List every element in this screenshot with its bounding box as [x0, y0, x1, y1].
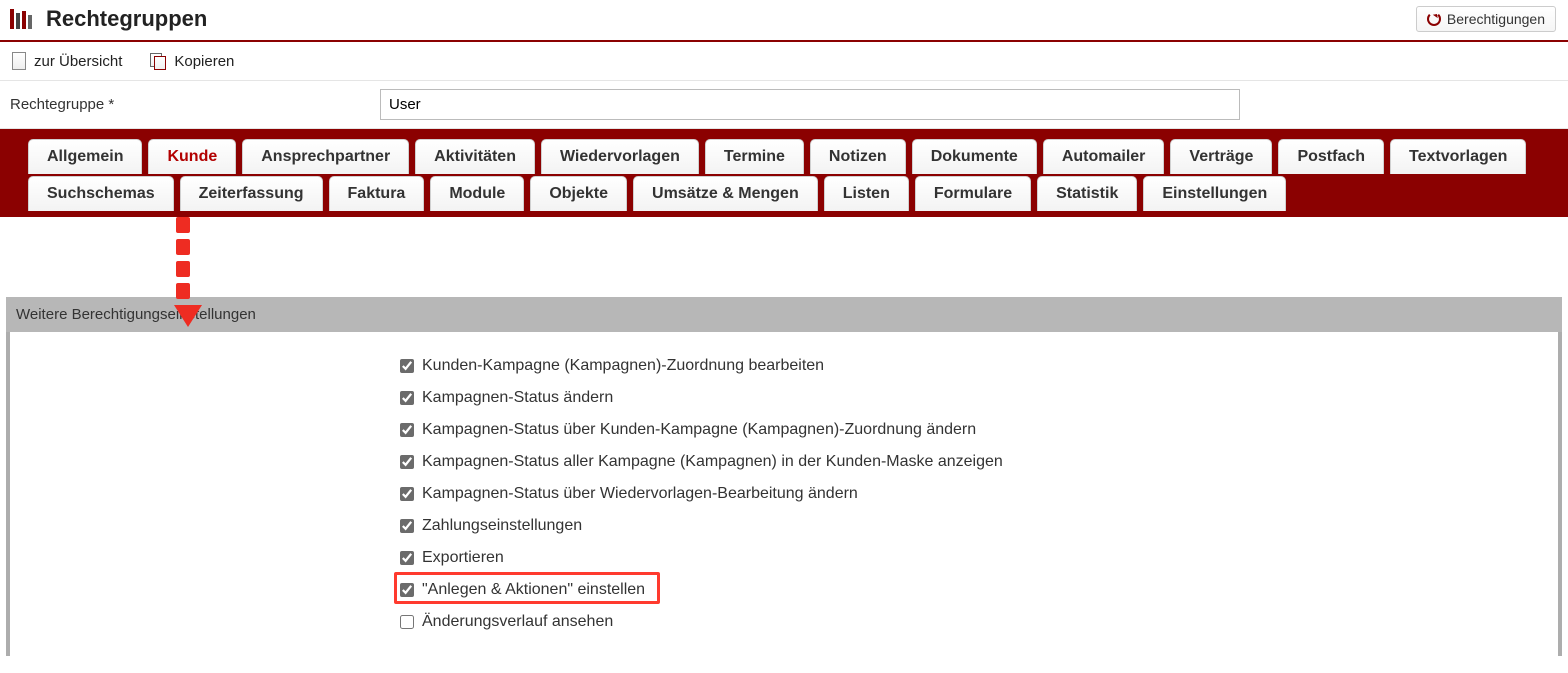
group-name-input[interactable] [380, 89, 1240, 120]
group-label: Rechtegruppe * [10, 96, 380, 113]
permission-item: Zahlungseinstellungen [400, 510, 1548, 542]
tab-termine[interactable]: Termine [705, 139, 804, 174]
tab-wiedervorlagen[interactable]: Wiedervorlagen [541, 139, 699, 174]
to-overview-link[interactable]: zur Übersicht [12, 52, 122, 70]
permission-label: Exportieren [422, 549, 504, 567]
permission-label: Kampagnen-Status ändern [422, 389, 613, 407]
to-overview-label: zur Übersicht [34, 53, 122, 70]
tab-einstellungen[interactable]: Einstellungen [1143, 176, 1286, 211]
tab-textvorlagen[interactable]: Textvorlagen [1390, 139, 1526, 174]
permission-checkbox[interactable] [400, 551, 414, 565]
tab-listen[interactable]: Listen [824, 176, 909, 211]
permission-label: Kampagnen-Status aller Kampagne (Kampagn… [422, 453, 1003, 471]
header-left: Rechtegruppen [10, 6, 207, 32]
permission-item: Exportieren [400, 542, 1548, 574]
permission-item: Änderungsverlauf ansehen [400, 606, 1548, 638]
tab-zeiterfassung[interactable]: Zeiterfassung [180, 176, 323, 211]
permissions-section: Weitere Berechtigungseinstellungen Kunde… [6, 297, 1562, 656]
copy-link[interactable]: Kopieren [150, 53, 234, 70]
permission-label: Änderungsverlauf ansehen [422, 613, 613, 631]
tab-allgemein[interactable]: Allgemein [28, 139, 142, 174]
permission-checkbox[interactable] [400, 487, 414, 501]
tab-dokumente[interactable]: Dokumente [912, 139, 1037, 174]
permission-label: Kampagnen-Status über Kunden-Kampagne (K… [422, 421, 976, 439]
permission-checkbox[interactable] [400, 391, 414, 405]
tab-kunde[interactable]: Kunde [148, 139, 236, 174]
tab-row-1: AllgemeinKundeAnsprechpartnerAktivitäten… [4, 133, 1564, 174]
permission-checkbox[interactable] [400, 583, 414, 597]
tab-row-2: SuchschemasZeiterfassungFakturaModuleObj… [4, 174, 1564, 217]
permission-label: Kunden-Kampagne (Kampagnen)-Zuordnung be… [422, 357, 824, 375]
permission-item: Kampagnen-Status aller Kampagne (Kampagn… [400, 446, 1548, 478]
permission-checkbox[interactable] [400, 359, 414, 373]
refresh-icon [1427, 12, 1441, 26]
permission-checkbox[interactable] [400, 423, 414, 437]
copy-label: Kopieren [174, 53, 234, 70]
permission-label: Kampagnen-Status über Wiedervorlagen-Bea… [422, 485, 858, 503]
group-form-row: Rechtegruppe * [0, 81, 1568, 129]
page-title: Rechtegruppen [46, 6, 207, 32]
app-logo-icon [10, 9, 32, 29]
tab-ansprechpartner[interactable]: Ansprechpartner [242, 139, 409, 174]
tab-vertr-ge[interactable]: Verträge [1170, 139, 1272, 174]
section-header: Weitere Berechtigungseinstellungen [6, 297, 1562, 332]
tab-objekte[interactable]: Objekte [530, 176, 627, 211]
permission-item: Kampagnen-Status über Wiedervorlagen-Bea… [400, 478, 1548, 510]
copy-icon [150, 53, 166, 69]
tab-postfach[interactable]: Postfach [1278, 139, 1384, 174]
permission-item: "Anlegen & Aktionen" einstellen [400, 574, 1548, 606]
gap-area [0, 217, 1568, 297]
permissions-button-label: Berechtigungen [1447, 11, 1545, 27]
permission-item: Kampagnen-Status über Kunden-Kampagne (K… [400, 414, 1548, 446]
action-toolbar: zur Übersicht Kopieren [0, 42, 1568, 81]
tab-formulare[interactable]: Formulare [915, 176, 1031, 211]
permission-checkbox[interactable] [400, 519, 414, 533]
tab-ums-tze-mengen[interactable]: Umsätze & Mengen [633, 176, 818, 211]
permission-checkbox[interactable] [400, 615, 414, 629]
tab-automailer[interactable]: Automailer [1043, 139, 1165, 174]
permission-item: Kampagnen-Status ändern [400, 382, 1548, 414]
tab-module[interactable]: Module [430, 176, 524, 211]
tab-suchschemas[interactable]: Suchschemas [28, 176, 174, 211]
tab-faktura[interactable]: Faktura [329, 176, 425, 211]
tabs-container: AllgemeinKundeAnsprechpartnerAktivitäten… [0, 129, 1568, 217]
permission-item: Kunden-Kampagne (Kampagnen)-Zuordnung be… [400, 350, 1548, 382]
tab-aktivit-ten[interactable]: Aktivitäten [415, 139, 535, 174]
permissions-button[interactable]: Berechtigungen [1416, 6, 1556, 32]
document-icon [12, 52, 26, 70]
permission-label: Zahlungseinstellungen [422, 517, 582, 535]
tab-statistik[interactable]: Statistik [1037, 176, 1137, 211]
tab-notizen[interactable]: Notizen [810, 139, 906, 174]
section-body: Kunden-Kampagne (Kampagnen)-Zuordnung be… [10, 332, 1558, 656]
header-bar: Rechtegruppen Berechtigungen [0, 0, 1568, 42]
permission-checkbox[interactable] [400, 455, 414, 469]
permission-label: "Anlegen & Aktionen" einstellen [422, 581, 645, 599]
